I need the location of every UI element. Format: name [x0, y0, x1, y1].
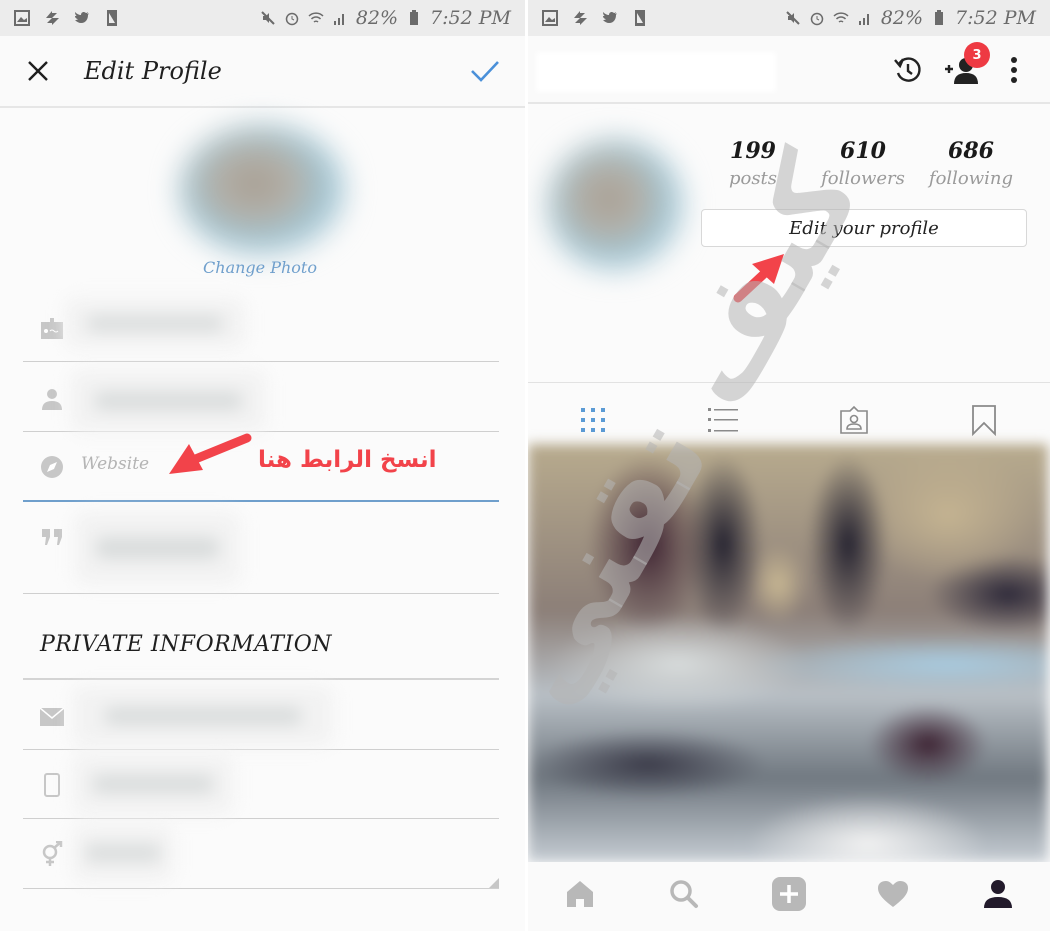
- nav-profile[interactable]: [978, 874, 1018, 914]
- search-icon: [670, 880, 698, 908]
- add-post-icon: [772, 877, 806, 911]
- resize-handle-icon: [489, 878, 499, 888]
- alarm-icon: [285, 12, 299, 26]
- website-input[interactable]: [81, 454, 281, 474]
- check-icon: [471, 61, 499, 82]
- more-options-button[interactable]: [994, 50, 1034, 90]
- person-icon: [39, 386, 65, 412]
- profile-header: 3: [528, 36, 1050, 104]
- edit-profile-toolbar: Edit Profile: [0, 36, 525, 108]
- wifi-icon: [308, 12, 324, 23]
- tab-tagged[interactable]: [834, 400, 874, 440]
- following-label: following: [928, 168, 1014, 189]
- profile-icon: [984, 880, 1012, 908]
- heart-icon: [878, 881, 908, 907]
- nav-activity[interactable]: [873, 874, 913, 914]
- bio-value-blurred: [75, 512, 240, 584]
- quote-icon: [39, 524, 65, 550]
- home-icon: [567, 881, 593, 907]
- notification-badge: 3: [964, 42, 990, 68]
- page-title: Edit Profile: [84, 57, 222, 85]
- phone-value-blurred: [73, 754, 233, 814]
- close-icon: [28, 61, 48, 81]
- close-button[interactable]: [18, 51, 58, 91]
- more-icon: [1011, 57, 1017, 83]
- annotation-text: انسخ الرابط هنا: [258, 447, 437, 473]
- name-value-blurred: [65, 298, 245, 348]
- following-count: 686: [948, 138, 994, 164]
- name-field[interactable]: [23, 290, 499, 362]
- tablet-icon: [107, 10, 117, 26]
- gender-value-blurred: [73, 825, 173, 881]
- battery-icon: [935, 10, 944, 25]
- status-bar: 82% 7:52 PM: [0, 0, 525, 36]
- history-button[interactable]: [888, 50, 928, 90]
- phone-field[interactable]: [23, 750, 499, 819]
- status-bar: 82% 7:52 PM: [528, 0, 1050, 36]
- username-field[interactable]: [23, 362, 499, 432]
- tagged-icon: [840, 405, 868, 434]
- twitter-icon: [603, 11, 617, 23]
- edit-profile-screen: 82% 7:52 PM Edit Profile Change Photo We…: [0, 0, 525, 931]
- nav-home[interactable]: [560, 874, 600, 914]
- private-information-heading: PRIVATE INFORMATION: [40, 632, 333, 657]
- following-stat[interactable]: 686 following: [916, 138, 1026, 189]
- pinwheel-icon: [574, 11, 587, 25]
- email-icon: [39, 704, 65, 730]
- id-card-icon: [39, 316, 65, 342]
- gallery-icon: [14, 10, 30, 26]
- pinwheel-icon: [46, 11, 59, 25]
- signal-icon: [333, 14, 344, 25]
- bookmark-icon: [972, 405, 996, 436]
- twitter-icon: [75, 11, 89, 23]
- tabs-divider: [528, 382, 1050, 383]
- change-photo-link[interactable]: Change Photo: [0, 258, 520, 277]
- save-button[interactable]: [465, 51, 505, 91]
- mute-icon: [261, 11, 275, 25]
- battery-percent: 82%: [880, 7, 924, 29]
- email-field[interactable]: [23, 680, 499, 750]
- clock: 7:52 PM: [955, 7, 1036, 29]
- nav-search[interactable]: [664, 874, 704, 914]
- bottom-navigation: [528, 862, 1050, 931]
- mute-icon: [786, 11, 800, 25]
- phone-icon: [39, 772, 65, 798]
- tab-saved[interactable]: [964, 400, 1004, 440]
- history-icon: [894, 57, 921, 82]
- signal-icon: [858, 14, 869, 25]
- compass-icon: [39, 454, 65, 480]
- profile-photo[interactable]: [180, 125, 345, 255]
- followers-count: 610: [840, 138, 886, 164]
- alarm-icon: [810, 12, 824, 26]
- gender-field[interactable]: [23, 819, 499, 889]
- nav-add-post[interactable]: [769, 874, 809, 914]
- wifi-icon: [833, 12, 849, 23]
- battery-icon: [410, 10, 419, 25]
- email-value-blurred: [73, 686, 333, 746]
- tablet-icon: [635, 10, 645, 26]
- clock: 7:52 PM: [430, 7, 511, 29]
- gallery-icon: [542, 10, 558, 26]
- battery-percent: 82%: [355, 7, 399, 29]
- username-blurred: [536, 52, 776, 92]
- profile-photo[interactable]: [548, 140, 683, 270]
- username-value-blurred: [71, 370, 266, 432]
- gender-icon: [39, 841, 65, 867]
- bio-field[interactable]: [23, 502, 499, 594]
